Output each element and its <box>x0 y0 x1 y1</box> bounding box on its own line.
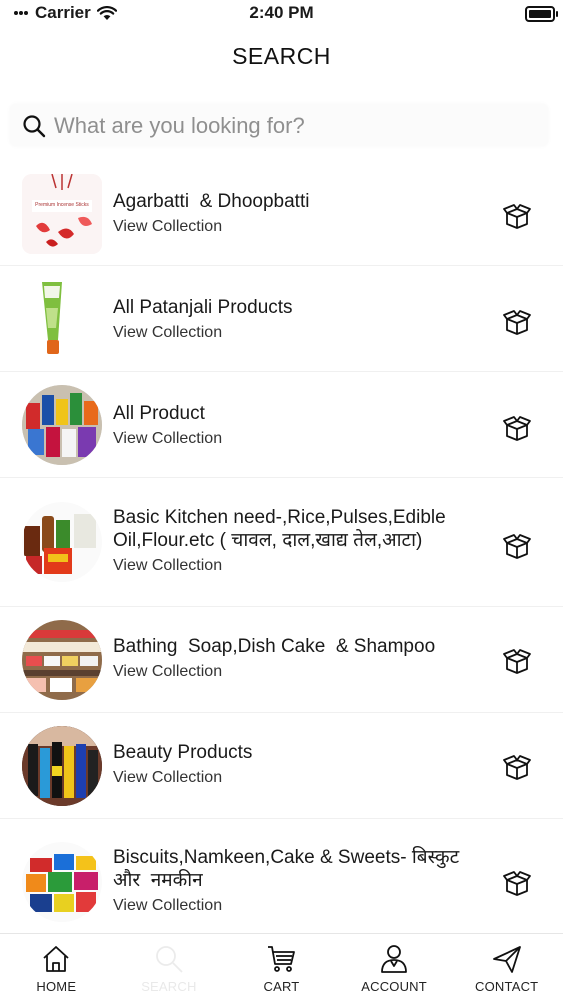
collection-row-beauty[interactable]: Beauty Products View Collection <box>0 713 563 819</box>
collection-text: All Patanjali Products View Collection <box>113 296 487 342</box>
tab-account-label: ACCOUNT <box>361 979 427 994</box>
search-icon <box>155 946 183 973</box>
search-icon <box>23 115 46 138</box>
tab-home[interactable]: HOME <box>0 934 113 1001</box>
biscuits-image <box>22 842 102 922</box>
collection-text: Bathing Soap,Dish Cake & Shampoo View Co… <box>113 635 487 681</box>
collection-row-patanjali[interactable]: All Patanjali Products View Collection <box>0 266 563 372</box>
assorted-products-image <box>22 385 102 465</box>
paper-plane-icon <box>492 946 521 973</box>
thumbnail-label: Premium Incense Sticks <box>35 202 89 208</box>
bottom-tab-bar: HOME SEARCH CART ACCOUNT CONTACT <box>0 933 563 1001</box>
view-collection-link[interactable]: View Collection <box>113 324 487 342</box>
collection-title: All Patanjali Products <box>113 297 293 318</box>
tab-contact[interactable]: CONTACT <box>450 934 563 1001</box>
view-collection-link[interactable]: View Collection <box>113 557 487 575</box>
beauty-products-image <box>22 726 102 806</box>
collection-text: All Product View Collection <box>113 402 487 448</box>
collection-thumbnail <box>22 726 102 806</box>
battery-icon <box>525 6 558 22</box>
collection-thumbnail: Premium Incense Sticks <box>22 174 102 254</box>
collection-thumbnail <box>22 620 102 700</box>
collection-thumbnail <box>22 502 102 582</box>
gift-box-icon[interactable] <box>502 645 532 675</box>
collection-title: Bathing Soap,Dish Cake & Shampoo <box>113 636 436 657</box>
tab-home-label: HOME <box>36 979 77 994</box>
collection-list: Premium Incense Sticks Agarbatti & Dhoop… <box>0 160 563 947</box>
collection-title: Biscuits,Namkeen,Cake & Sweets- बिस्कुट … <box>113 847 465 891</box>
gift-box-icon[interactable] <box>502 751 532 781</box>
kitchen-products-image <box>22 502 102 582</box>
incense-image <box>22 174 102 254</box>
view-collection-link[interactable]: View Collection <box>113 430 487 448</box>
collection-row-soap[interactable]: Bathing Soap,Dish Cake & Shampoo View Co… <box>0 607 563 713</box>
collection-title: Agarbatti & Dhoopbatti <box>113 191 310 212</box>
collection-thumbnail <box>22 842 102 922</box>
cart-icon <box>268 946 296 972</box>
collection-row-kitchen[interactable]: Basic Kitchen need-,Rice,Pulses,Edible O… <box>0 478 563 607</box>
collection-title: Beauty Products <box>113 742 253 763</box>
collection-row-biscuits[interactable]: Biscuits,Namkeen,Cake & Sweets- बिस्कुट … <box>0 819 563 947</box>
view-collection-link[interactable]: View Collection <box>113 663 487 681</box>
collection-title: All Product <box>113 403 205 424</box>
page-title: SEARCH <box>232 43 331 69</box>
collection-thumbnail <box>22 278 102 358</box>
search-bar[interactable] <box>10 104 548 146</box>
collection-text: Basic Kitchen need-,Rice,Pulses,Edible O… <box>113 506 487 575</box>
user-icon <box>381 945 407 973</box>
gift-box-icon[interactable] <box>502 867 532 897</box>
patanjali-product-image <box>42 282 62 354</box>
tab-cart[interactable]: CART <box>225 934 338 1001</box>
gift-box-icon[interactable] <box>502 530 532 560</box>
collection-row-all-product[interactable]: All Product View Collection <box>0 372 563 478</box>
tab-account[interactable]: ACCOUNT <box>338 934 451 1001</box>
soap-shelf-image <box>22 620 102 700</box>
collection-thumbnail <box>22 385 102 465</box>
tab-search[interactable]: SEARCH <box>113 934 226 1001</box>
view-collection-link[interactable]: View Collection <box>113 769 487 787</box>
home-icon <box>43 946 69 972</box>
search-input[interactable] <box>52 108 536 144</box>
collection-row-agarbatti[interactable]: Premium Incense Sticks Agarbatti & Dhoop… <box>0 160 563 266</box>
gift-box-icon[interactable] <box>502 412 532 442</box>
tab-cart-label: CART <box>263 979 300 994</box>
clock: 2:40 PM <box>249 3 314 22</box>
view-collection-link[interactable]: View Collection <box>113 218 487 236</box>
collection-text: Biscuits,Namkeen,Cake & Sweets- बिस्कुट … <box>113 846 487 915</box>
tab-search-label: SEARCH <box>141 979 197 994</box>
collection-text: Agarbatti & Dhoopbatti View Collection <box>113 190 487 236</box>
gift-box-icon[interactable] <box>502 200 532 230</box>
collection-text: Beauty Products View Collection <box>113 741 487 787</box>
collection-title: Basic Kitchen need-,Rice,Pulses,Edible O… <box>113 507 451 551</box>
tab-contact-label: CONTACT <box>475 979 539 994</box>
gift-box-icon[interactable] <box>502 306 532 336</box>
status-bar: Carrier 2:40 PM <box>0 0 563 30</box>
view-collection-link[interactable]: View Collection <box>113 897 487 915</box>
